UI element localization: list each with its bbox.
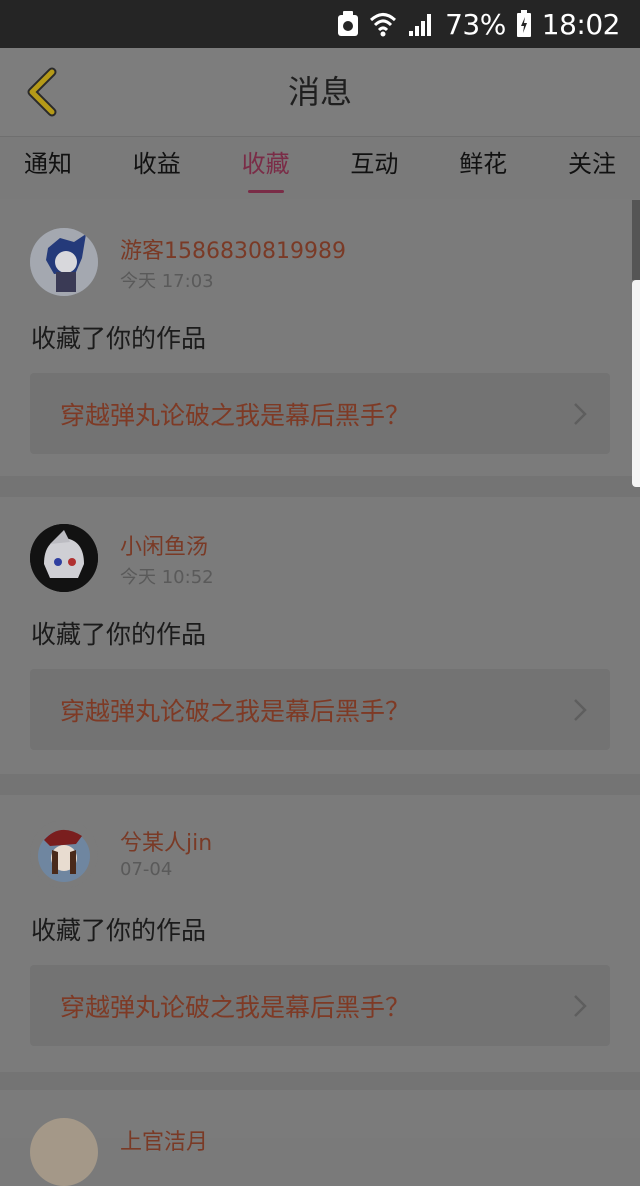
divider [0,476,640,497]
avatar[interactable] [30,524,98,592]
work-link[interactable]: 穿越弹丸论破之我是幕后黑手？ [30,373,610,454]
tab-follows[interactable]: 关注 [568,137,616,199]
action-text: 收藏了你的作品 [31,324,207,353]
tab-notifications[interactable]: 通知 [24,137,72,199]
list-item: 游客1586830819989 今天 17:03 收藏了你的作品 穿越弹丸论破之… [0,199,640,476]
username[interactable]: 小闲鱼汤 [120,529,208,561]
username[interactable]: 兮某人jin [120,825,212,857]
chevron-right-icon [560,697,600,723]
tab-earnings[interactable]: 收益 [133,137,181,199]
tab-flowers[interactable]: 鲜花 [459,137,507,199]
work-title: 穿越弹丸论破之我是幕后黑手？ [60,400,411,430]
avatar[interactable] [30,820,98,888]
tab-interactions[interactable]: 互动 [350,137,398,199]
work-title: 穿越弹丸论破之我是幕后黑手？ [60,992,411,1022]
scrollbar-thumb[interactable] [632,280,640,487]
timestamp: 今天 10:52 [120,567,214,588]
username[interactable]: 游客1586830819989 [120,233,346,265]
tab-favorites[interactable]: 收藏 [242,137,290,199]
notification-icon [337,11,359,37]
battery-icon [516,10,532,38]
chevron-right-icon [560,401,600,427]
work-title: 穿越弹丸论破之我是幕后黑手？ [60,696,411,726]
chevron-right-icon [560,993,600,1019]
list-item: 上官洁月 [0,1090,640,1186]
timestamp: 今天 17:03 [120,271,214,292]
header: 消息 [0,48,640,137]
wifi-icon [369,11,397,37]
work-link[interactable]: 穿越弹丸论破之我是幕后黑手？ [30,669,610,750]
scrollbar-track [632,200,640,280]
divider [0,774,640,795]
action-text: 收藏了你的作品 [31,620,207,649]
message-list: 游客1586830819989 今天 17:03 收藏了你的作品 穿越弹丸论破之… [0,199,640,1093]
status-bar: 73% 18:02 [0,0,640,48]
action-text: 收藏了你的作品 [31,916,207,945]
page-title: 消息 [287,73,352,111]
avatar[interactable] [30,228,98,296]
timestamp: 07-04 [120,859,173,880]
clock: 18:02 [541,7,621,41]
avatar[interactable] [30,1118,98,1186]
list-item: 小闲鱼汤 今天 10:52 收藏了你的作品 穿越弹丸论破之我是幕后黑手？ [0,497,640,774]
active-tab-indicator [247,190,284,193]
battery-percent: 73% [445,7,506,41]
signal-icon [407,11,435,37]
tab-bar: 通知 收益 收藏 互动 鲜花 关注 [0,137,640,199]
list-item: 兮某人jin 07-04 收藏了你的作品 穿越弹丸论破之我是幕后黑手？ [0,795,640,1072]
work-link[interactable]: 穿越弹丸论破之我是幕后黑手？ [30,965,610,1046]
username[interactable]: 上官洁月 [120,1124,208,1156]
